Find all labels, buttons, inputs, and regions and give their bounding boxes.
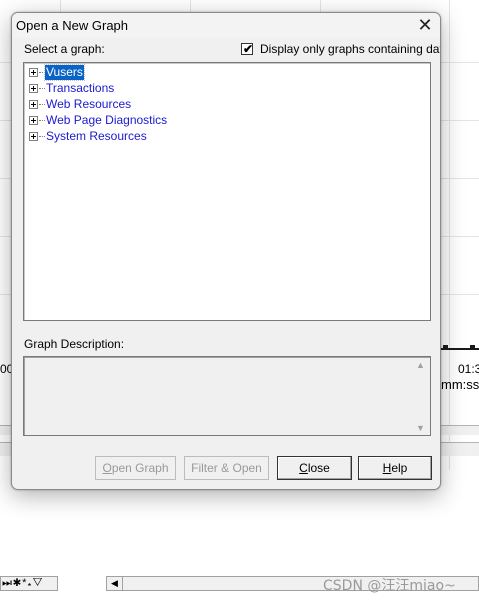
axis-unit-label: mm:ss xyxy=(441,377,479,392)
open-graph-button[interactable]: Open Graph xyxy=(95,456,176,480)
filter-open-button[interactable]: Filter & Open xyxy=(184,456,269,480)
axis-tick-label: 01:3 xyxy=(458,362,479,376)
expand-plus-icon[interactable] xyxy=(29,100,38,109)
chart-point xyxy=(443,345,448,350)
expand-plus-icon[interactable] xyxy=(29,68,38,77)
description-scrollbar[interactable]: ▲ ▼ xyxy=(413,357,430,435)
chart-point xyxy=(470,345,475,350)
expand-plus-icon[interactable] xyxy=(29,116,38,125)
dialog-titlebar[interactable]: Open a New Graph ✕ xyxy=(12,13,440,38)
expand-plus-icon[interactable] xyxy=(29,84,38,93)
dialog-title: Open a New Graph xyxy=(16,18,129,33)
graph-tree[interactable]: Vusers Transactions Web Resources Web Pa… xyxy=(23,62,431,321)
tree-item-label[interactable]: Web Resources xyxy=(45,97,132,112)
select-graph-label: Select a graph: xyxy=(24,42,105,56)
tree-item-label[interactable]: Vusers xyxy=(44,64,85,81)
scroll-up-icon[interactable]: ▲ xyxy=(416,360,425,370)
tree-item-label[interactable]: Transactions xyxy=(45,81,115,96)
graph-description-label: Graph Description: xyxy=(24,337,125,351)
tree-item-label[interactable]: System Resources xyxy=(45,129,148,144)
help-button[interactable]: Help xyxy=(358,456,432,480)
checkbox-box[interactable]: ✔ xyxy=(241,42,254,56)
scroll-left-icon[interactable]: ◀ xyxy=(107,577,123,590)
tree-item-label[interactable]: Web Page Diagnostics xyxy=(45,113,168,128)
background-toolbar-buttons[interactable]: ⏭✱*⁎▽ xyxy=(0,576,58,591)
expand-plus-icon[interactable] xyxy=(29,132,38,141)
close-button[interactable]: Close xyxy=(277,456,352,480)
graph-description-box: ▲ ▼ xyxy=(23,356,431,436)
grid-line xyxy=(449,0,450,470)
close-icon[interactable]: ✕ xyxy=(410,13,440,38)
watermark: CSDN @汪汪miao~ xyxy=(323,578,456,594)
checkbox-label[interactable]: Display only graphs containing data xyxy=(260,42,440,56)
scroll-down-icon[interactable]: ▼ xyxy=(416,423,425,433)
checkmark-icon: ✔ xyxy=(243,42,254,56)
open-new-graph-dialog: Open a New Graph ✕ Select a graph: ✔ Dis… xyxy=(11,12,441,490)
